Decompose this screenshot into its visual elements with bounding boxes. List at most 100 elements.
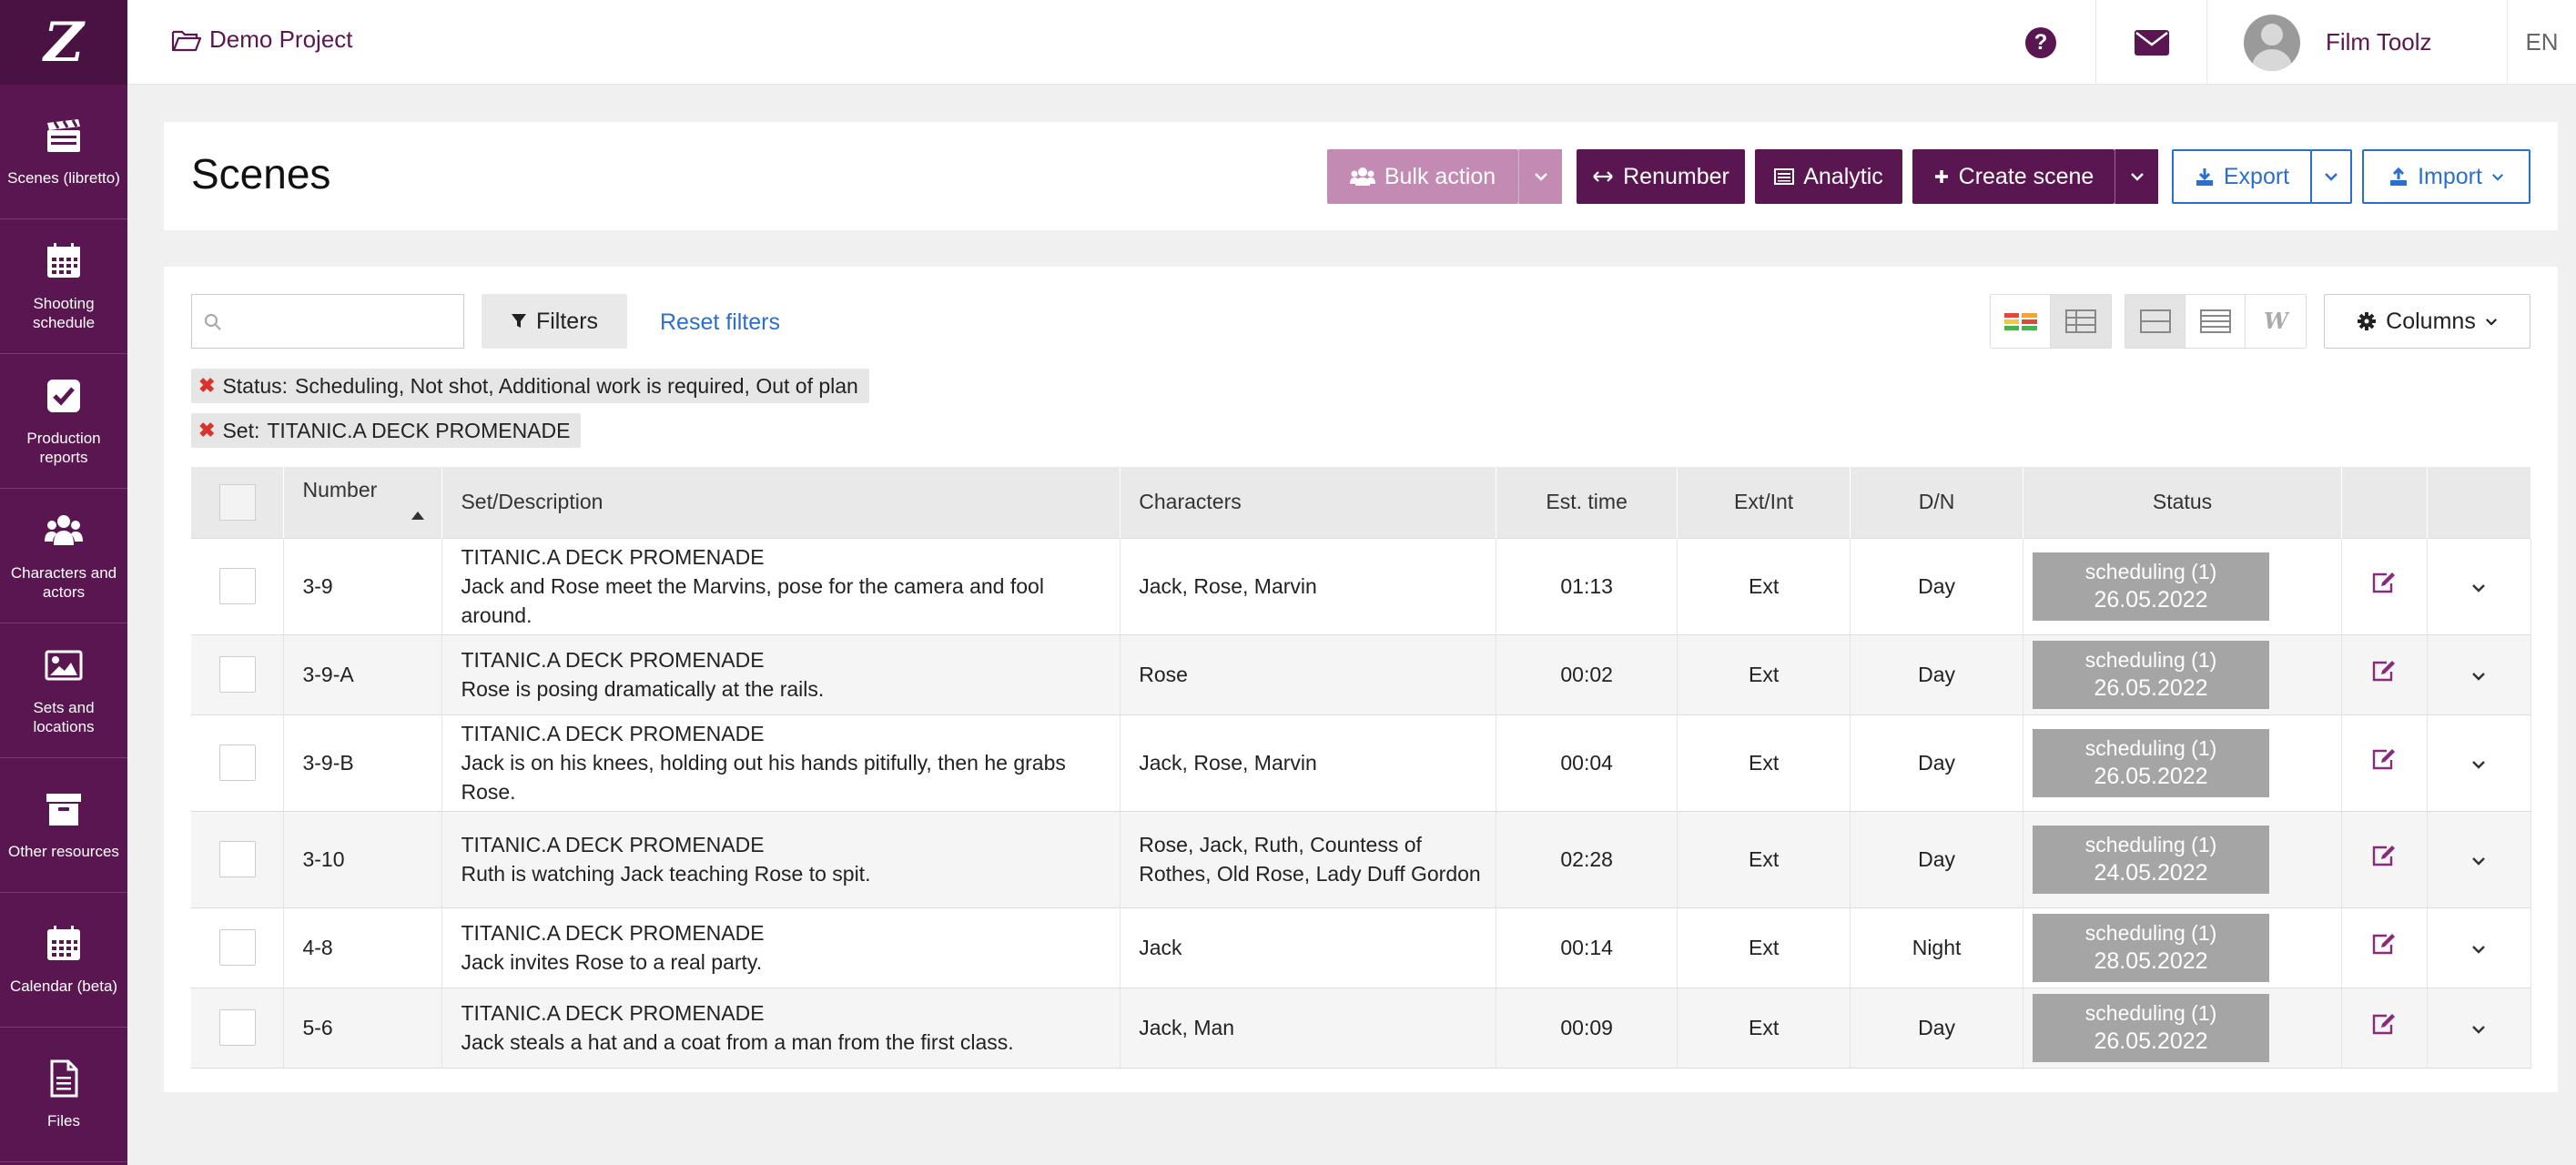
help-button[interactable]: ?: [1986, 0, 2095, 85]
row-checkbox[interactable]: [218, 1009, 256, 1046]
create-scene-dropdown[interactable]: [2115, 149, 2158, 204]
sidebar-item-sets[interactable]: Sets and locations: [0, 623, 127, 758]
filters-button[interactable]: Filters: [482, 294, 627, 349]
chevron-down-icon[interactable]: [2470, 856, 2487, 866]
plus-icon: [1934, 170, 1948, 183]
row-checkbox[interactable]: [218, 929, 256, 966]
scene-set-description: TITANIC.A DECK PROMENADE Jack steals a ha…: [441, 987, 1121, 1069]
table-row[interactable]: 3-9-B TITANIC.A DECK PROMENADE Jack is on…: [191, 714, 2532, 812]
chevron-down-icon[interactable]: [2470, 671, 2487, 682]
sidebar-item-files[interactable]: Files: [0, 1028, 127, 1162]
edit-cell: [2341, 810, 2428, 908]
sidebar-item-production-reports[interactable]: Production reports: [0, 354, 127, 489]
project-link[interactable]: Demo Project: [171, 25, 353, 54]
list-alt-icon: [1774, 168, 1795, 185]
import-button[interactable]: Import: [2362, 149, 2530, 204]
edit-icon[interactable]: [2371, 1012, 2397, 1036]
column-header-status[interactable]: Status: [2023, 467, 2342, 538]
column-header-number[interactable]: Number: [283, 467, 443, 538]
bulk-action-dropdown[interactable]: [1518, 149, 1562, 204]
list-view-button[interactable]: [2186, 295, 2246, 348]
edit-icon[interactable]: [2371, 571, 2397, 594]
columns-button[interactable]: Columns: [2324, 294, 2530, 349]
scene-set-description: TITANIC.A DECK PROMENADE Ruth is watching…: [441, 810, 1121, 908]
column-header-characters[interactable]: Characters: [1120, 467, 1497, 538]
scene-est-time: 00:14: [1496, 907, 1678, 988]
app-logo[interactable]: Z: [0, 0, 127, 85]
columns-label: Columns: [2386, 308, 2476, 334]
status-date: 28.05.2022: [2094, 948, 2208, 974]
status-date: 26.05.2022: [2094, 1028, 2208, 1054]
status-badge[interactable]: scheduling (1) 28.05.2022: [2033, 913, 2270, 982]
scene-status-cell: scheduling (1) 26.05.2022: [2023, 987, 2342, 1069]
remove-filter-icon[interactable]: ✖: [198, 374, 215, 398]
scene-est-time: 00:09: [1496, 987, 1678, 1069]
messages-button[interactable]: [2095, 0, 2206, 85]
scene-ext-int: Ext: [1677, 714, 1851, 812]
analytic-button[interactable]: Analytic: [1755, 149, 1902, 204]
select-all-checkbox[interactable]: [218, 483, 256, 521]
scene-description: Jack invites Rose to a real party.: [461, 950, 763, 974]
column-header-ext-int[interactable]: Ext/Int: [1677, 467, 1851, 538]
color-view-button[interactable]: [1991, 295, 2051, 348]
remove-filter-icon[interactable]: ✖: [198, 419, 215, 442]
row-checkbox[interactable]: [218, 745, 256, 781]
table-row[interactable]: 3-10 TITANIC.A DECK PROMENADE Ruth is wat…: [191, 810, 2532, 908]
language-switch[interactable]: EN: [2507, 0, 2576, 85]
edit-icon[interactable]: [2371, 932, 2397, 956]
edit-icon[interactable]: [2371, 659, 2397, 683]
sidebar-item-shooting-schedule[interactable]: Shooting schedule: [0, 219, 127, 354]
sidebar-item-label: Calendar (beta): [9, 978, 118, 995]
view-mode-group-2: W: [2125, 294, 2307, 349]
search-field[interactable]: [191, 294, 464, 349]
chevron-down-icon[interactable]: [2470, 944, 2487, 955]
export-dropdown[interactable]: [2310, 149, 2352, 204]
sidebar-item-other-resources[interactable]: Other resources: [0, 758, 127, 893]
status-badge[interactable]: scheduling (1) 26.05.2022: [2033, 552, 2270, 621]
sidebar-item-calendar[interactable]: Calendar (beta): [0, 893, 127, 1028]
status-badge[interactable]: scheduling (1) 26.05.2022: [2033, 728, 2270, 797]
chevron-down-icon[interactable]: [2470, 759, 2487, 770]
create-scene-button[interactable]: Create scene: [1912, 149, 2115, 204]
export-button[interactable]: Export: [2172, 149, 2312, 204]
scene-characters: Rose, Jaсk, Ruth, Countess of Rothes, Ol…: [1120, 810, 1497, 908]
user-menu[interactable]: Film Toolz: [2206, 0, 2507, 85]
status-badge[interactable]: scheduling (1) 24.05.2022: [2033, 825, 2270, 894]
reset-filters-link[interactable]: Reset filters: [660, 309, 780, 336]
column-header-dn[interactable]: D/N: [1850, 467, 2024, 538]
sidebar-item-characters[interactable]: Characters and actors: [0, 489, 127, 623]
row-checkbox[interactable]: [218, 568, 256, 604]
bulk-action-button[interactable]: Bulk action: [1327, 149, 1518, 204]
scene-est-time: 00:04: [1496, 714, 1678, 812]
scene-set: TITANIC.A DECK PROMENADE: [461, 1001, 765, 1025]
status-badge[interactable]: scheduling (1) 26.05.2022: [2033, 640, 2270, 709]
table-row[interactable]: 4-8 TITANIC.A DECK PROMENADE Jack invites…: [191, 907, 2532, 988]
column-header-est-time[interactable]: Est. time: [1496, 467, 1678, 538]
chevron-down-icon: [2130, 173, 2144, 181]
table-row[interactable]: 3-9 TITANIC.A DECK PROMENADE Jack and Ros…: [191, 537, 2532, 635]
column-header-set[interactable]: Set/Description: [441, 467, 1121, 538]
search-input[interactable]: [192, 295, 463, 348]
scene-number: 3-10: [283, 810, 443, 908]
table-row[interactable]: 3-9-A TITANIC.A DECK PROMENADE Rose is po…: [191, 633, 2532, 715]
row-checkbox[interactable]: [218, 656, 256, 693]
status-text: scheduling (1): [2084, 921, 2217, 945]
edit-icon[interactable]: [2371, 844, 2397, 867]
script-view-button[interactable]: W: [2246, 295, 2306, 348]
project-name: Demo Project: [209, 25, 353, 53]
scene-set-description: TITANIC.A DECK PROMENADE Rose is posing d…: [441, 633, 1121, 715]
status-badge[interactable]: scheduling (1) 26.05.2022: [2033, 993, 2270, 1062]
table-view-button[interactable]: [2051, 295, 2111, 348]
edit-icon[interactable]: [2371, 747, 2397, 771]
sidebar-item-scenes[interactable]: Scenes (libretto): [0, 85, 127, 219]
table-row[interactable]: 5-6 TITANIC.A DECK PROMENADE Jack steals …: [191, 987, 2532, 1069]
filter-chip-key: Status:: [222, 373, 289, 398]
renumber-button[interactable]: Renumber: [1577, 149, 1745, 204]
download-icon: [2196, 168, 2213, 186]
compact-view-button[interactable]: [2125, 295, 2186, 348]
table-header-row: Number Set/Description Characters Est. t…: [191, 467, 2532, 538]
row-checkbox[interactable]: [218, 841, 256, 877]
chevron-down-icon[interactable]: [2470, 1024, 2487, 1035]
scene-est-time: 02:28: [1496, 810, 1678, 908]
chevron-down-icon[interactable]: [2470, 582, 2487, 593]
